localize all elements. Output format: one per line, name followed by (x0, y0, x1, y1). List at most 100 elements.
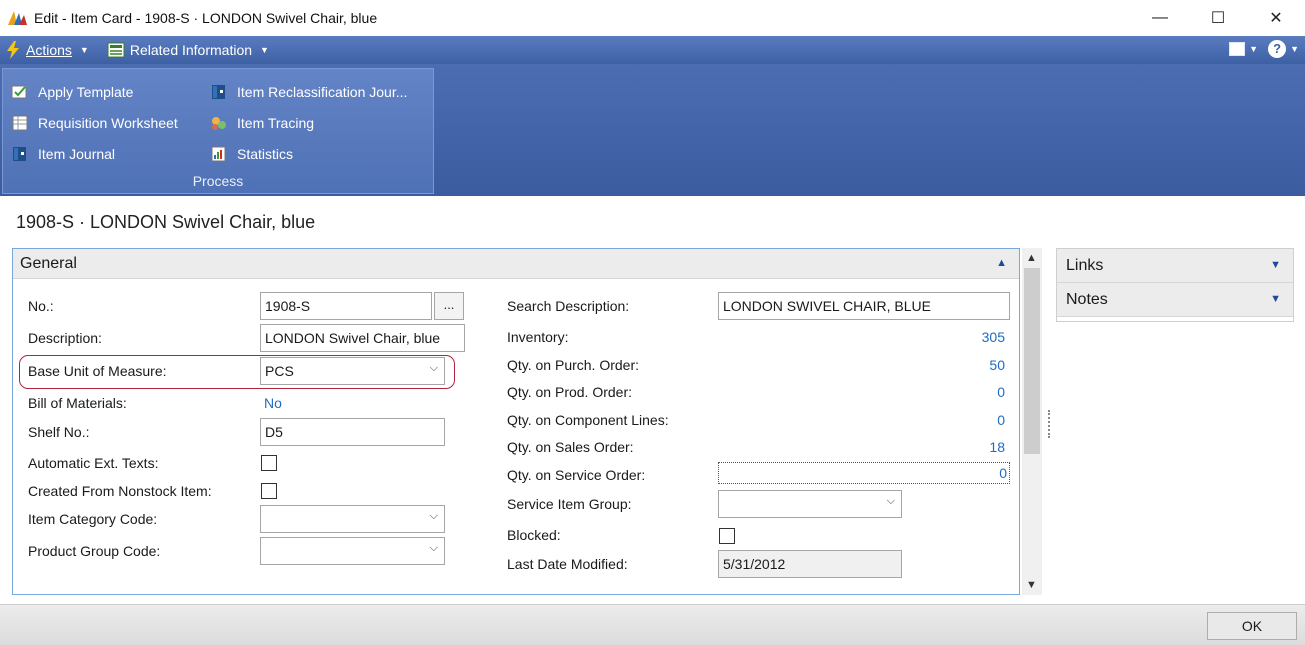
chevron-down-icon: ⌵ (429, 362, 438, 374)
item-tracing-button[interactable]: Item Tracing (210, 112, 314, 134)
no-field[interactable]: 1908-S (260, 292, 432, 320)
ribbon: Apply Template Requisition Worksheet Ite… (0, 64, 1305, 196)
service-value-focus[interactable]: 0 (718, 462, 1010, 484)
chevron-down-icon: ⌵ (429, 542, 438, 554)
maximize-button[interactable]: ☐ (1189, 0, 1247, 36)
general-fasttab-header[interactable]: General ▲ (13, 249, 1019, 279)
minimize-button[interactable]: — (1131, 0, 1189, 36)
layout-dropdown-icon[interactable]: ▼ (1249, 44, 1258, 54)
search-desc-field[interactable]: LONDON SWIVEL CHAIR, BLUE (718, 292, 1010, 320)
actions-menu[interactable]: Actions ▼ (6, 41, 89, 59)
expand-down-icon[interactable]: ▼ (1270, 259, 1281, 271)
item-journal-label: Item Journal (38, 146, 116, 162)
notes-label: Notes (1066, 290, 1108, 308)
scroll-up-icon[interactable]: ▲ (1026, 252, 1037, 264)
description-label: Description: (28, 330, 102, 346)
component-value[interactable]: 0 (945, 412, 1005, 428)
requisition-worksheet-label: Requisition Worksheet (38, 115, 178, 131)
scroll-thumb[interactable] (1024, 268, 1040, 454)
no-label: No.: (28, 298, 54, 314)
chevron-down-icon: ⌵ (429, 510, 438, 522)
last-modified-label: Last Date Modified: (507, 556, 628, 572)
links-label: Links (1066, 256, 1104, 274)
help-icon[interactable]: ? (1268, 40, 1287, 58)
statistics-icon (211, 146, 226, 162)
sales-value[interactable]: 18 (945, 439, 1005, 455)
blocked-checkbox[interactable] (719, 528, 735, 544)
ok-button[interactable]: OK (1207, 612, 1297, 640)
notes-part[interactable]: Notes ▼ (1057, 283, 1293, 317)
lightning-icon (7, 41, 19, 59)
description-field[interactable]: LONDON Swivel Chair, blue (260, 324, 465, 352)
requisition-worksheet-button[interactable]: Requisition Worksheet (11, 112, 178, 134)
help-dropdown-icon[interactable]: ▼ (1290, 44, 1299, 54)
prod-group-label: Product Group Code: (28, 543, 161, 559)
links-part[interactable]: Links ▼ (1057, 249, 1293, 283)
statistics-button[interactable]: Statistics (210, 143, 293, 165)
service-label: Qty. on Service Order: (507, 467, 646, 483)
base-uom-label: Base Unit of Measure: (28, 363, 167, 379)
template-icon (11, 85, 27, 99)
page-title: 1908-S · LONDON Swivel Chair, blue (16, 212, 316, 232)
chevron-down-icon: ⌵ (886, 495, 895, 507)
scroll-down-icon[interactable]: ▼ (1026, 579, 1037, 591)
inventory-value[interactable]: 305 (945, 329, 1005, 345)
process-group: Apply Template Requisition Worksheet Ite… (2, 68, 434, 194)
component-label: Qty. on Component Lines: (507, 412, 669, 428)
service-value: 0 (999, 465, 1007, 481)
worksheet-icon (12, 115, 28, 131)
related-information-label: Related Information (129, 42, 253, 58)
actions-dropdown-icon: ▼ (79, 45, 89, 55)
auto-ext-checkbox[interactable] (261, 455, 277, 471)
expand-down-icon[interactable]: ▼ (1270, 293, 1281, 305)
collapse-up-icon[interactable]: ▲ (996, 257, 1007, 269)
inventory-label: Inventory: (507, 329, 569, 345)
bom-value[interactable]: No (264, 395, 282, 411)
prod-value[interactable]: 0 (945, 384, 1005, 400)
general-header-label: General (20, 254, 77, 272)
statistics-label: Statistics (237, 146, 294, 162)
blocked-label: Blocked: (507, 527, 561, 543)
item-reclassification-journal-button[interactable]: Item Reclassification Jour... (210, 81, 407, 103)
apply-template-button[interactable]: Apply Template (11, 81, 133, 103)
search-desc-label: Search Description: (507, 298, 630, 314)
title-bar: Edit - Item Card - 1908-S · LONDON Swive… (0, 0, 1305, 36)
item-tracing-label: Item Tracing (237, 115, 315, 131)
shelf-field[interactable]: D5 (260, 418, 445, 446)
no-lookup-button[interactable]: ... (434, 292, 464, 320)
general-fasttab: General ▲ No.: 1908-S ... Description: L… (12, 248, 1020, 595)
item-reclassification-journal-label: Item Reclassification Jour... (237, 84, 408, 100)
service-group-label: Service Item Group: (507, 496, 632, 512)
base-uom-dropdown[interactable]: PCS ⌵ (260, 357, 445, 385)
journal-icon (13, 147, 26, 161)
apply-template-label: Apply Template (38, 84, 134, 100)
close-button[interactable]: ✕ (1247, 0, 1305, 36)
base-uom-value: PCS (265, 363, 294, 379)
tracing-icon (212, 117, 226, 130)
factbox-pane: Links ▼ Notes ▼ (1056, 248, 1294, 322)
purch-label: Qty. on Purch. Order: (507, 357, 640, 373)
related-information-menu[interactable]: Related Information ▼ (107, 42, 269, 58)
actions-label: Actions (26, 42, 72, 58)
pane-splitter[interactable] (1048, 410, 1052, 438)
related-dropdown-icon: ▼ (260, 45, 269, 55)
shelf-label: Shelf No.: (28, 424, 90, 440)
bom-label: Bill of Materials: (28, 395, 127, 411)
sales-label: Qty. on Sales Order: (507, 439, 634, 455)
window-title: Edit - Item Card - 1908-S · LONDON Swive… (34, 10, 378, 26)
purch-value[interactable]: 50 (945, 357, 1005, 373)
process-group-label: Process (192, 173, 244, 189)
vertical-scrollbar[interactable]: ▲ ▼ (1022, 248, 1042, 595)
item-cat-dropdown[interactable]: ⌵ (260, 505, 445, 533)
auto-ext-label: Automatic Ext. Texts: (28, 455, 159, 471)
reclass-journal-icon (212, 85, 225, 99)
dynamics-nav-logo-icon (8, 11, 27, 25)
nonstock-checkbox[interactable] (261, 483, 277, 499)
service-group-dropdown[interactable]: ⌵ (718, 490, 902, 518)
related-info-icon (107, 42, 125, 58)
last-modified-field: 5/31/2012 (718, 550, 902, 578)
prod-group-dropdown[interactable]: ⌵ (260, 537, 445, 565)
item-journal-button[interactable]: Item Journal (11, 143, 115, 165)
layout-icon[interactable] (1229, 42, 1246, 56)
command-bar: Actions ▼ Related Information ▼ ▼ ? ▼ (0, 36, 1305, 64)
